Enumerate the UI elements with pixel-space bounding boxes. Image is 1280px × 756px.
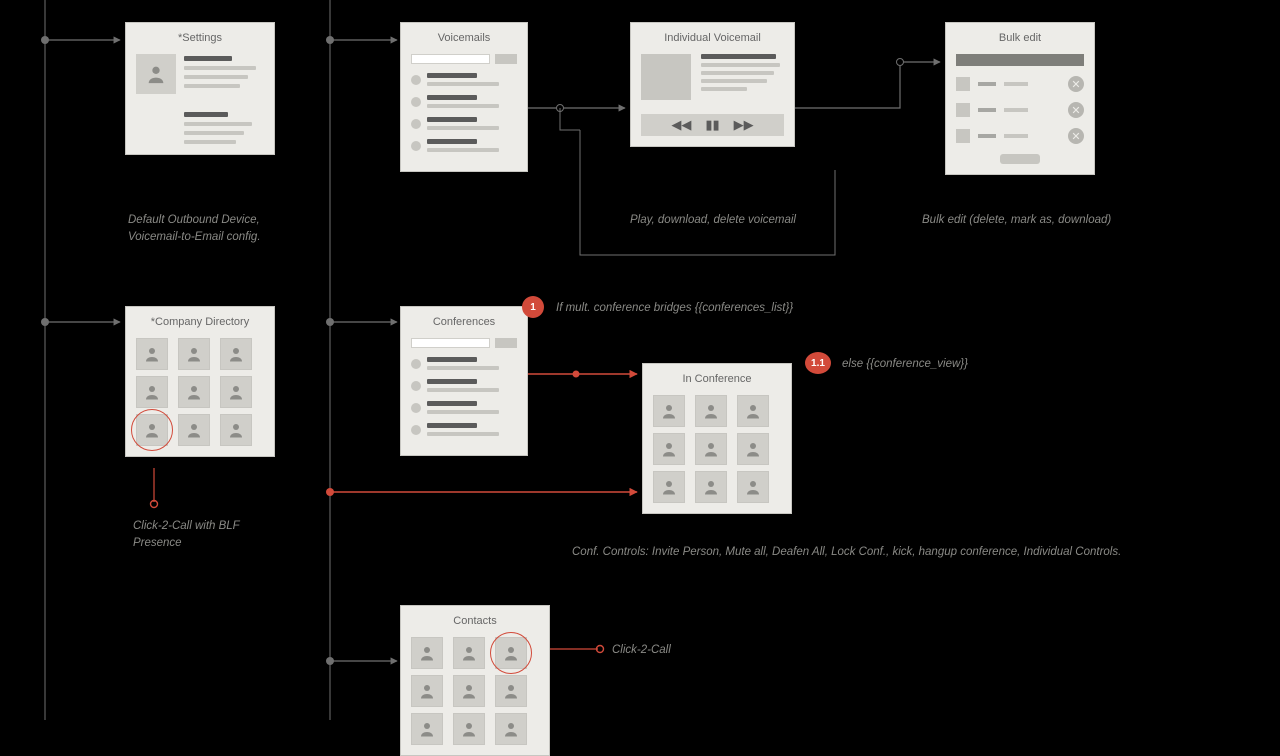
caption-conf-1: If mult. conference bridges {{conference… bbox=[556, 300, 793, 317]
card-bulk-edit: Bulk edit ✕ ✕ ✕ bbox=[945, 22, 1095, 175]
thumbnail-placeholder bbox=[641, 54, 691, 100]
card-individual-voicemail: Individual Voicemail ◀◀ ▮▮ ▶▶ bbox=[630, 22, 795, 147]
avatar-icon bbox=[653, 471, 685, 503]
caption-individual-voicemail: Play, download, delete voicemail bbox=[630, 212, 796, 229]
audio-player: ◀◀ ▮▮ ▶▶ bbox=[641, 114, 784, 136]
card-title: Voicemails bbox=[411, 32, 517, 44]
avatar-icon bbox=[178, 414, 210, 446]
avatar-icon-highlighted bbox=[495, 637, 527, 669]
close-icon: ✕ bbox=[1068, 102, 1084, 118]
diagram-canvas: *Settings Default Outbound Device, Voice… bbox=[0, 0, 1280, 720]
close-icon: ✕ bbox=[1068, 128, 1084, 144]
caption-settings: Default Outbound Device, Voicemail-to-Em… bbox=[128, 212, 308, 247]
avatar-icon-highlighted bbox=[136, 414, 168, 446]
card-title: Contacts bbox=[411, 615, 539, 627]
avatar-icon bbox=[136, 338, 168, 370]
avatar-icon bbox=[737, 471, 769, 503]
card-title: Individual Voicemail bbox=[641, 32, 784, 44]
card-title: In Conference bbox=[653, 373, 781, 385]
card-conferences: Conferences bbox=[400, 306, 528, 456]
prev-icon: ◀◀ bbox=[671, 117, 691, 133]
badge-1: 1 bbox=[522, 296, 544, 318]
avatar-icon bbox=[737, 433, 769, 465]
avatar-icon bbox=[178, 338, 210, 370]
close-icon: ✕ bbox=[1068, 76, 1084, 92]
card-in-conference: In Conference bbox=[642, 363, 792, 514]
avatar-icon bbox=[495, 713, 527, 745]
caption-contacts: Click-2-Call bbox=[612, 642, 671, 659]
avatar-icon bbox=[178, 376, 210, 408]
avatar-icon bbox=[653, 433, 685, 465]
avatar-icon bbox=[411, 637, 443, 669]
avatar-icon bbox=[136, 376, 168, 408]
avatar-icon bbox=[453, 713, 485, 745]
avatar-icon bbox=[220, 414, 252, 446]
avatar-icon bbox=[653, 395, 685, 427]
next-icon: ▶▶ bbox=[734, 117, 754, 133]
badge-1-1: 1.1 bbox=[805, 352, 831, 374]
card-title: *Settings bbox=[136, 32, 264, 44]
avatar-icon bbox=[220, 376, 252, 408]
avatar-icon bbox=[453, 637, 485, 669]
caption-conf-controls: Conf. Controls: Invite Person, Mute all,… bbox=[572, 544, 1272, 561]
avatar-icon bbox=[695, 433, 727, 465]
card-title: Conferences bbox=[411, 316, 517, 328]
card-directory: *Company Directory bbox=[125, 306, 275, 457]
avatar-icon bbox=[411, 675, 443, 707]
caption-conf-11: else {{conference_view}} bbox=[842, 356, 968, 373]
avatar-icon bbox=[495, 675, 527, 707]
card-settings: *Settings bbox=[125, 22, 275, 155]
caption-directory: Click-2-Call with BLF Presence bbox=[133, 518, 273, 553]
avatar-icon bbox=[220, 338, 252, 370]
caption-bulk-edit: Bulk edit (delete, mark as, download) bbox=[922, 212, 1111, 229]
card-title: *Company Directory bbox=[136, 316, 264, 328]
avatar-icon bbox=[136, 54, 176, 94]
avatar-icon bbox=[695, 471, 727, 503]
card-contacts: Contacts bbox=[400, 605, 550, 756]
card-voicemails: Voicemails bbox=[400, 22, 528, 172]
pause-icon: ▮▮ bbox=[705, 117, 719, 133]
avatar-icon bbox=[737, 395, 769, 427]
card-title: Bulk edit bbox=[956, 32, 1084, 44]
avatar-icon bbox=[695, 395, 727, 427]
avatar-icon bbox=[411, 713, 443, 745]
avatar-icon bbox=[453, 675, 485, 707]
